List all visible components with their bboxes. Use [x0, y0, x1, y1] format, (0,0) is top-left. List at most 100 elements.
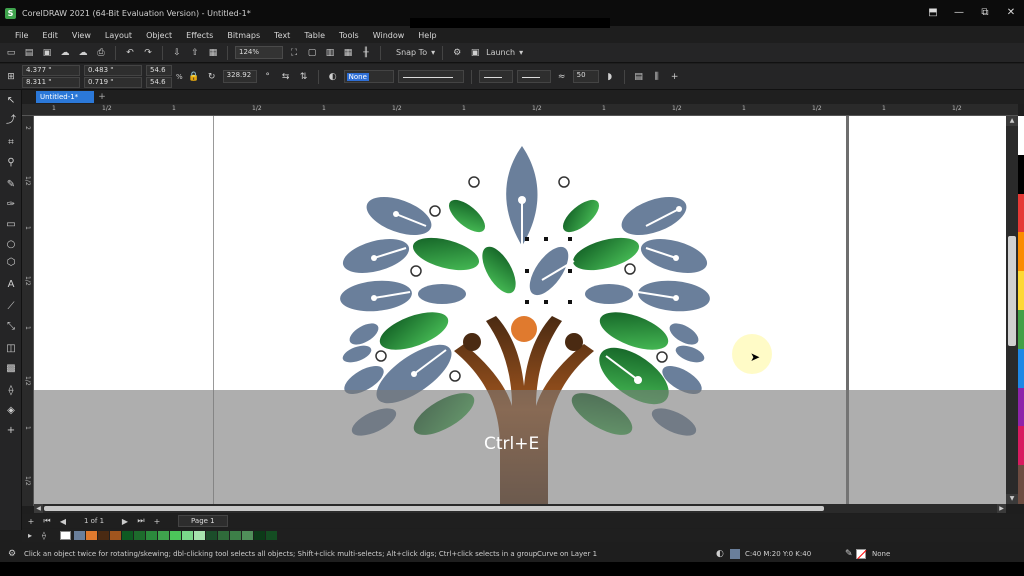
eyedropper-icon[interactable]: ⟠	[4, 384, 18, 398]
document-tab[interactable]: Untitled-1*	[36, 91, 94, 103]
launch-dropdown[interactable]: Launch	[486, 48, 515, 57]
scroll-right-icon[interactable]: ▶	[997, 504, 1006, 513]
drop-shadow-icon[interactable]: ◫	[4, 342, 18, 356]
palette-swatch[interactable]	[122, 531, 133, 540]
next-page-icon[interactable]: ▶	[120, 517, 130, 526]
palette-swatch[interactable]	[194, 531, 205, 540]
add-tool-icon[interactable]: +	[4, 424, 18, 438]
redo-icon[interactable]: ↷	[141, 46, 155, 60]
start-arrowhead-dropdown[interactable]	[478, 70, 513, 83]
palette-swatch[interactable]	[110, 531, 121, 540]
fill-color-swatch[interactable]	[730, 549, 740, 559]
connector-tool-icon[interactable]: ⤡	[4, 320, 18, 334]
smoothing-field[interactable]: 50	[572, 70, 599, 83]
crop-tool-icon[interactable]: ⌗	[4, 136, 18, 150]
zoom-to-page-icon[interactable]: ⛶	[287, 46, 301, 60]
scale-width-field[interactable]: 54.6	[146, 65, 172, 76]
parallel-dimension-icon[interactable]: ⟋	[4, 300, 18, 314]
pick-tool-icon[interactable]: ↖	[4, 94, 18, 108]
import-icon[interactable]: ⇩	[170, 46, 184, 60]
object-origin-icon[interactable]: ⊞	[4, 70, 18, 84]
vertical-ruler[interactable]: 2 1/2 1 1/2 1 1/2 1 1/2	[22, 116, 34, 506]
palette-swatch[interactable]	[1018, 193, 1024, 233]
close-button[interactable]: ✕	[1004, 6, 1018, 20]
undo-icon[interactable]: ↶	[123, 46, 137, 60]
new-tab-icon[interactable]: +	[97, 92, 107, 102]
artistic-media-icon[interactable]: ✑	[4, 198, 18, 212]
menu-view[interactable]: View	[65, 31, 98, 40]
add-page-icon[interactable]: +	[26, 517, 36, 526]
horizontal-ruler[interactable]: 1 1/2 1 1/2 1 1/2 1 1/2 1 1/2 1 1/2 1 1/…	[22, 104, 1018, 116]
mirror-vertical-icon[interactable]: ⇅	[297, 70, 311, 84]
rotation-angle-field[interactable]: 328.92	[222, 70, 257, 83]
menu-edit[interactable]: Edit	[35, 31, 65, 40]
palette-swatch[interactable]	[218, 531, 229, 540]
polygon-tool-icon[interactable]: ⬡	[4, 256, 18, 270]
menu-layout[interactable]: Layout	[98, 31, 139, 40]
scroll-left-icon[interactable]: ◀	[34, 504, 43, 513]
print-icon[interactable]: ⎙	[94, 46, 108, 60]
minimize-button[interactable]: —	[952, 6, 966, 20]
palette-arrow-icon[interactable]: ▸	[28, 531, 39, 540]
wrap-text-icon[interactable]: ▤	[632, 70, 646, 84]
palette-swatch[interactable]	[242, 531, 253, 540]
y-position-field[interactable]: 8.311 "	[22, 77, 80, 88]
options-gear-icon[interactable]: ⚙	[450, 46, 464, 60]
maximize-button[interactable]: ⧉	[978, 6, 992, 20]
palette-swatch[interactable]	[98, 531, 109, 540]
palette-swatch[interactable]	[1018, 348, 1024, 388]
scroll-down-icon[interactable]: ▼	[1006, 494, 1018, 504]
show-grid-icon[interactable]: ▦	[341, 46, 355, 60]
palette-swatch[interactable]	[266, 531, 277, 540]
palette-swatch[interactable]	[1018, 465, 1024, 504]
dropdown-arrow-icon[interactable]: ▾	[519, 48, 523, 57]
horizontal-scroll-thumb[interactable]	[44, 506, 824, 511]
palette-swatch[interactable]	[1018, 116, 1024, 155]
menu-text[interactable]: Text	[267, 31, 297, 40]
rectangle-tool-icon[interactable]: ▭	[4, 218, 18, 232]
menu-file[interactable]: File	[8, 31, 35, 40]
scroll-up-icon[interactable]: ▲	[1006, 116, 1018, 126]
settings-gear-icon[interactable]: ⚙	[8, 549, 16, 559]
palette-swatch[interactable]	[230, 531, 241, 540]
menu-tools[interactable]: Tools	[332, 31, 366, 40]
palette-swatch[interactable]	[1018, 271, 1024, 310]
dropdown-arrow-icon[interactable]: ▾	[431, 48, 435, 57]
menu-bitmaps[interactable]: Bitmaps	[220, 31, 267, 40]
palette-swatch[interactable]	[1018, 309, 1024, 349]
close-curve-icon[interactable]: ◗	[603, 70, 617, 84]
new-document-icon[interactable]: ▭	[4, 46, 18, 60]
interactive-fill-icon[interactable]: ◈	[4, 404, 18, 418]
save-icon[interactable]: ▣	[40, 46, 54, 60]
full-screen-icon[interactable]: ▢	[305, 46, 319, 60]
palette-swatch[interactable]	[206, 531, 217, 540]
menu-table[interactable]: Table	[297, 31, 332, 40]
palette-swatch[interactable]	[182, 531, 193, 540]
lock-ratio-icon[interactable]: 🔒	[187, 70, 201, 84]
mirror-horizontal-icon[interactable]: ⇆	[279, 70, 293, 84]
publish-pdf-icon[interactable]: ▦	[206, 46, 220, 60]
horizontal-scrollbar[interactable]: ◀ ▶	[34, 504, 1006, 513]
export-icon[interactable]: ⇧	[188, 46, 202, 60]
show-rulers-icon[interactable]: ▥	[323, 46, 337, 60]
first-page-icon[interactable]: ⏮	[42, 516, 52, 526]
snap-to-dropdown[interactable]: Snap To	[396, 48, 427, 57]
zoom-tool-icon[interactable]: ⚲	[4, 156, 18, 170]
palette-swatch[interactable]	[1018, 232, 1024, 272]
palette-swatch[interactable]	[1018, 387, 1024, 427]
outline-color-swatch[interactable]	[856, 549, 866, 559]
x-position-field[interactable]: 4.377 "	[22, 65, 80, 76]
align-distribute-icon[interactable]: ⫼	[650, 70, 664, 84]
palette-swatch[interactable]	[1018, 154, 1024, 194]
open-icon[interactable]: ▤	[22, 46, 36, 60]
text-tool-icon[interactable]: A	[4, 278, 18, 292]
fill-color-dropdown[interactable]: None	[343, 70, 394, 83]
show-guidelines-icon[interactable]: ╫	[359, 46, 373, 60]
cloud-download-icon[interactable]: ☁	[76, 46, 90, 60]
palette-swatch[interactable]	[254, 531, 265, 540]
palette-swatch[interactable]	[170, 531, 181, 540]
eyedropper-icon[interactable]: ⟠	[42, 531, 53, 540]
vertical-scrollbar[interactable]: ▲ ▼	[1006, 116, 1018, 504]
scale-height-field[interactable]: 54.6	[146, 77, 172, 88]
height-field[interactable]: 0.719 "	[84, 77, 142, 88]
